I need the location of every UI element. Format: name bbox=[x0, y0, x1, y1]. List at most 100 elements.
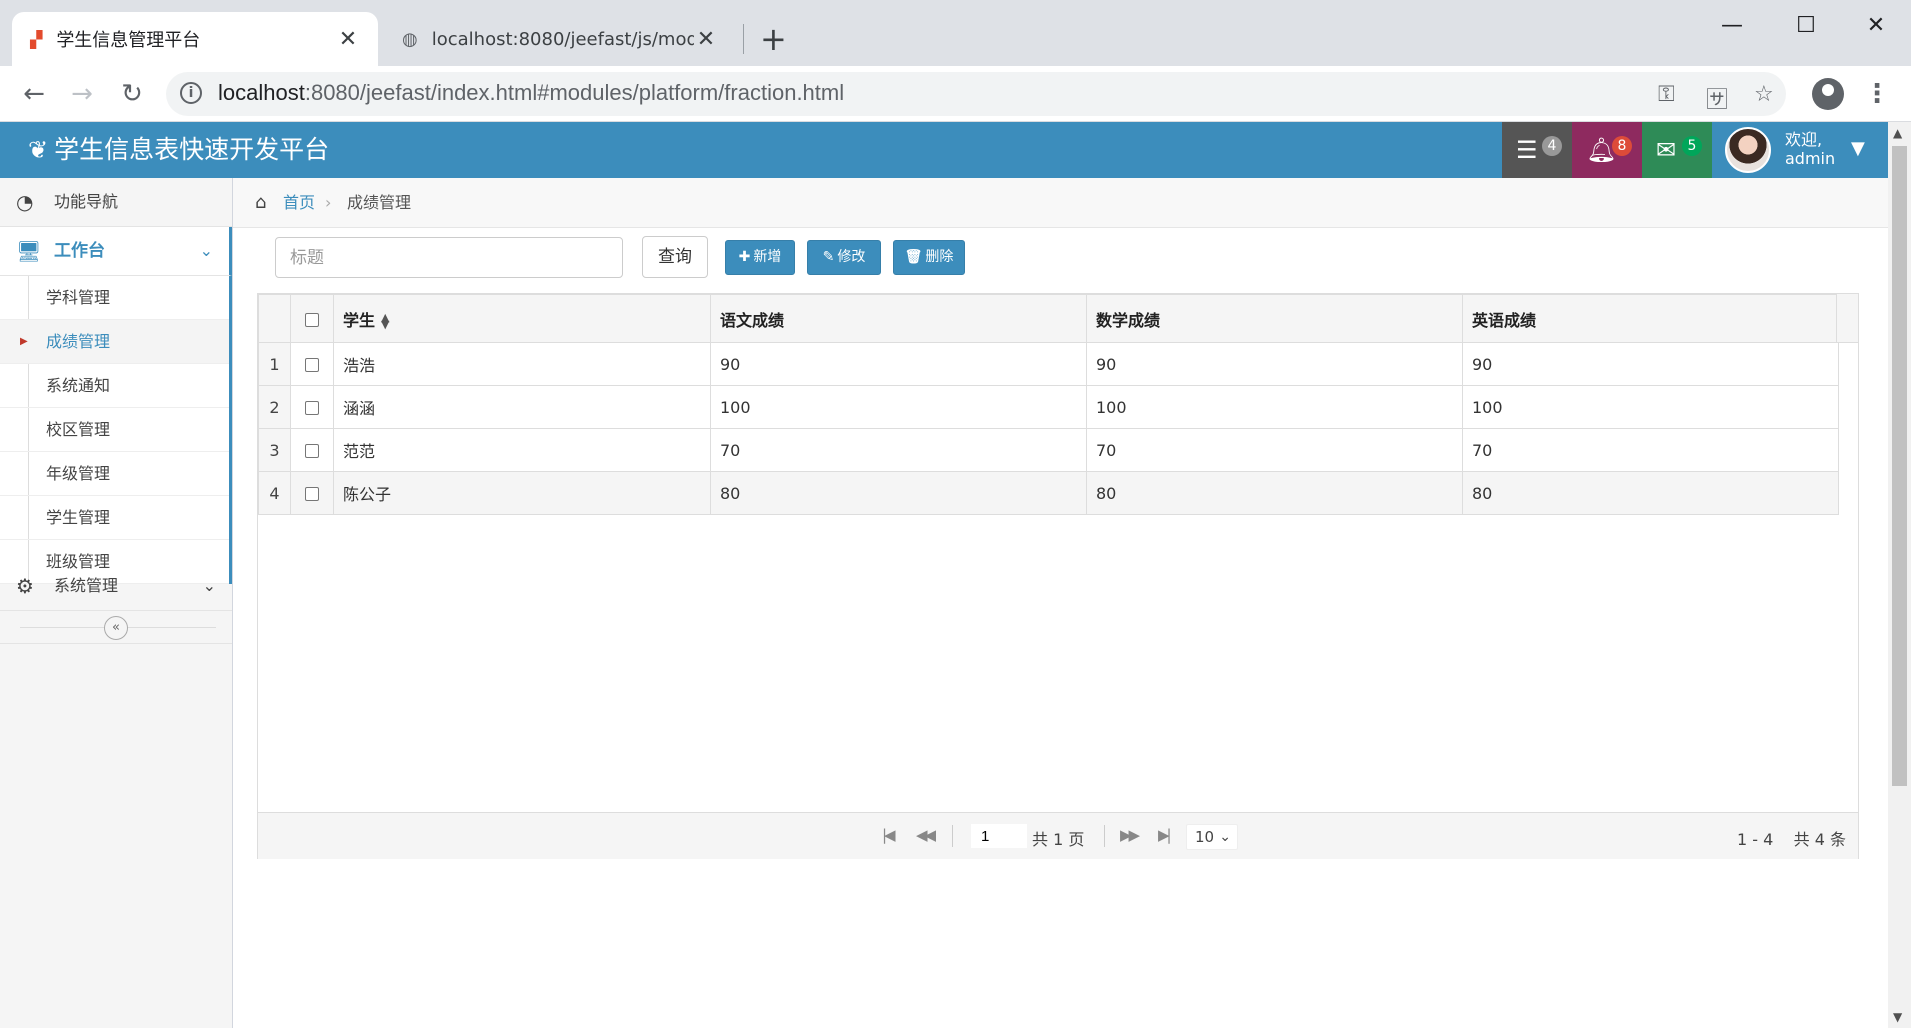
collapse-sidebar-icon[interactable]: « bbox=[104, 616, 128, 640]
sidebar-item-subjects[interactable]: 学科管理 bbox=[0, 276, 229, 320]
header-filler bbox=[1836, 294, 1858, 343]
table-row[interactable]: 2 涵涵 100 100 100 bbox=[258, 385, 1839, 429]
scroll-up-icon[interactable]: ▲ bbox=[1893, 126, 1902, 140]
row-checkbox[interactable] bbox=[305, 401, 319, 415]
table-header-row: 学生 ▲ ▼ 语文成绩 数学成绩 英语成绩 bbox=[258, 294, 1839, 343]
row-number: 3 bbox=[258, 428, 291, 472]
back-button[interactable]: ← bbox=[16, 76, 52, 112]
tab-title: localhost:8080/jeefast/js/modules/platfo… bbox=[431, 28, 694, 50]
sidebar-item-students[interactable]: 学生管理 bbox=[0, 496, 229, 540]
breadcrumb-home[interactable]: 首页 bbox=[283, 178, 315, 228]
sidebar-item-workbench[interactable]: 🖥︎ 工作台 ⌄ bbox=[0, 227, 232, 276]
envelope-icon: ✉ bbox=[1656, 136, 1677, 164]
tasks-icon: ☰ bbox=[1516, 136, 1538, 164]
pager-separator bbox=[952, 825, 953, 847]
cell-student: 涵涵 bbox=[333, 385, 711, 429]
table-row[interactable]: 4 陈公子 80 80 80 bbox=[258, 471, 1839, 515]
sidebar-collapse-row: « bbox=[0, 612, 232, 644]
browser-tab-active[interactable]: ▞ 学生信息管理平台 ✕ bbox=[12, 12, 378, 66]
sidebar-item-notices[interactable]: 系统通知 bbox=[0, 364, 229, 408]
delete-button[interactable]: 🗑︎ 删除 bbox=[893, 240, 965, 275]
reload-button[interactable]: ↻ bbox=[114, 76, 150, 112]
row-checkbox[interactable] bbox=[305, 444, 319, 458]
tab-close-icon[interactable]: ✕ bbox=[694, 27, 718, 52]
query-button[interactable]: 查询 bbox=[642, 236, 708, 278]
caret-down-icon: ▼ bbox=[1851, 138, 1865, 159]
first-page-icon[interactable]: |◀ bbox=[882, 826, 895, 844]
bookmark-star-icon[interactable]: ☆ bbox=[1754, 82, 1774, 107]
new-tab-button[interactable]: + bbox=[760, 22, 787, 56]
sort-icon[interactable]: ▲ ▼ bbox=[381, 312, 389, 330]
page-number-input[interactable] bbox=[971, 824, 1027, 848]
desktop-icon: 🖥︎ bbox=[16, 239, 42, 263]
avatar bbox=[1725, 127, 1771, 173]
cell-student: 浩浩 bbox=[333, 342, 711, 386]
cell-chinese: 90 bbox=[710, 342, 1087, 386]
column-header-student[interactable]: 学生 ▲ ▼ bbox=[333, 294, 711, 343]
sidebar-item-campus[interactable]: 校区管理 bbox=[0, 408, 229, 452]
scrollbar-thumb[interactable] bbox=[1892, 146, 1907, 786]
workbench-submenu: 学科管理 ▶ 成绩管理 系统通知 校区管理 年级管理 学生管理 班级管理 bbox=[0, 276, 232, 584]
address-bar[interactable]: i localhost:8080/jeefast/index.html#modu… bbox=[166, 72, 1786, 116]
row-select-cell bbox=[290, 471, 334, 515]
cell-student: 陈公子 bbox=[333, 471, 711, 515]
table-row[interactable]: 3 范范 70 70 70 bbox=[258, 428, 1839, 472]
translate-icon[interactable]: 🈂 bbox=[1706, 82, 1728, 114]
user-greeting: 欢迎, admin bbox=[1785, 130, 1836, 168]
chevron-down-icon: ⌄ bbox=[199, 241, 213, 260]
home-icon: ⌂ bbox=[255, 192, 267, 213]
maximize-button[interactable]: ☐ bbox=[1776, 8, 1836, 44]
app-logo[interactable]: ❦ 学生信息表快速开发平台 bbox=[0, 122, 329, 178]
row-checkbox[interactable] bbox=[305, 358, 319, 372]
browser-menu-icon[interactable]: ⋮ bbox=[1864, 78, 1890, 110]
edit-button[interactable]: ✎ 修改 bbox=[807, 240, 881, 275]
add-button[interactable]: ✚ 新增 bbox=[725, 240, 795, 275]
tasks-button[interactable]: ☰ 4 bbox=[1502, 122, 1572, 178]
select-all-checkbox[interactable] bbox=[305, 312, 319, 327]
close-window-button[interactable]: ✕ bbox=[1846, 8, 1906, 44]
grades-table: 学生 ▲ ▼ 语文成绩 数学成绩 英语成绩 1 浩浩 90 90 90 2 涵涵 1… bbox=[258, 294, 1839, 515]
page-scrollbar[interactable]: ▲ ▼ bbox=[1888, 122, 1911, 1028]
forward-button[interactable]: → bbox=[64, 76, 100, 112]
cell-chinese: 80 bbox=[710, 471, 1087, 515]
sidebar-item-years[interactable]: 年级管理 bbox=[0, 452, 229, 496]
row-number: 1 bbox=[258, 342, 291, 386]
column-header-math[interactable]: 数学成绩 bbox=[1086, 294, 1463, 343]
messages-button[interactable]: ✉ 5 bbox=[1642, 122, 1712, 178]
next-page-icon[interactable]: ▶▶ bbox=[1120, 826, 1140, 844]
cell-chinese: 100 bbox=[710, 385, 1087, 429]
data-grid: 学生 ▲ ▼ 语文成绩 数学成绩 英语成绩 1 浩浩 90 90 90 2 涵涵 1… bbox=[257, 293, 1859, 859]
user-menu[interactable]: 欢迎, admin ▼ bbox=[1715, 122, 1875, 178]
browser-tab-inactive[interactable]: ◍ localhost:8080/jeefast/js/modules/plat… bbox=[384, 12, 736, 66]
cell-english: 90 bbox=[1462, 342, 1839, 386]
last-page-icon[interactable]: ▶| bbox=[1158, 826, 1171, 844]
sidebar-item-system[interactable]: ⚙ 系统管理 ⌄ bbox=[0, 562, 232, 611]
column-header-chinese[interactable]: 语文成绩 bbox=[710, 294, 1087, 343]
tab-separator bbox=[743, 24, 744, 54]
tab-title: 学生信息管理平台 bbox=[56, 30, 201, 51]
title-search-input[interactable] bbox=[275, 237, 623, 278]
page-size-select[interactable]: 10 ⌄ bbox=[1186, 824, 1238, 850]
cell-chinese: 70 bbox=[710, 428, 1087, 472]
url-text[interactable]: localhost:8080/jeefast/index.html#module… bbox=[218, 80, 844, 106]
sidebar-item-navigation[interactable]: ◔ 功能导航 bbox=[0, 178, 232, 227]
tab-close-icon[interactable]: ✕ bbox=[336, 27, 360, 52]
scroll-down-icon[interactable]: ▼ bbox=[1893, 1010, 1902, 1024]
column-header-english[interactable]: 英语成绩 bbox=[1462, 294, 1839, 343]
breadcrumb: ⌂ 首页 › 成绩管理 bbox=[233, 178, 1888, 228]
site-info-icon[interactable]: i bbox=[180, 82, 202, 104]
minimize-button[interactable]: — bbox=[1702, 8, 1762, 44]
prev-page-icon[interactable]: ◀◀ bbox=[916, 826, 936, 844]
cell-math: 100 bbox=[1086, 385, 1463, 429]
key-icon[interactable]: ⚿ bbox=[1658, 82, 1675, 107]
globe-icon: ◍ bbox=[402, 28, 418, 50]
select-all-cell bbox=[290, 294, 334, 343]
cell-english: 100 bbox=[1462, 385, 1839, 429]
chevron-down-icon: ⌄ bbox=[202, 576, 216, 595]
profile-icon[interactable] bbox=[1812, 78, 1844, 110]
notifications-button[interactable]: 🔔︎ 8 bbox=[1572, 122, 1642, 178]
sidebar-item-grades[interactable]: ▶ 成绩管理 bbox=[0, 320, 229, 364]
table-row[interactable]: 1 浩浩 90 90 90 bbox=[258, 342, 1839, 386]
row-checkbox[interactable] bbox=[305, 487, 319, 501]
notifications-badge: 8 bbox=[1612, 136, 1632, 156]
